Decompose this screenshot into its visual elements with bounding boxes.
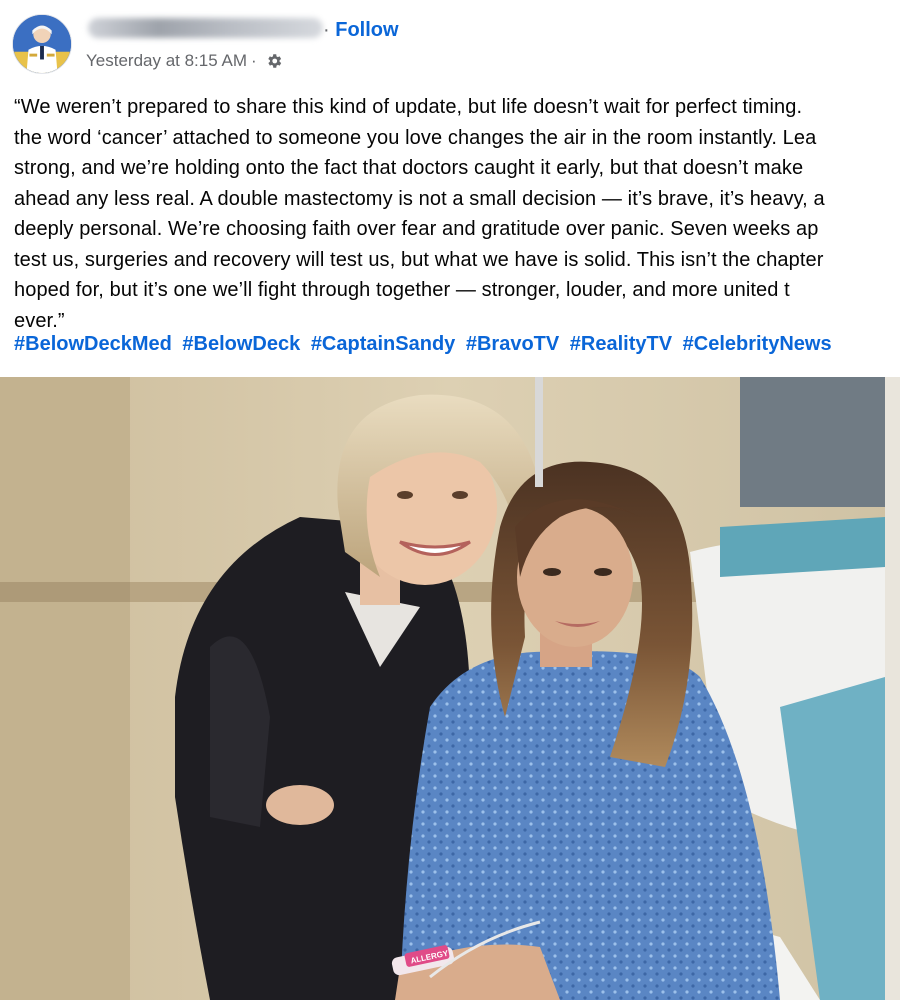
post-photo[interactable]: ALLERGY: [0, 377, 900, 1000]
post-text: “We weren’t prepared to share this kind …: [14, 92, 900, 336]
post-text-line: the word ‘cancer’ attached to someone yo…: [14, 126, 817, 149]
post-header: · Follow Yesterday at 8:15 AM ·: [0, 0, 900, 84]
follow-wrap: · Follow: [323, 19, 399, 42]
post-timestamp[interactable]: Yesterday at 8:15 AM: [86, 51, 247, 71]
author-name-redacted[interactable]: [88, 18, 323, 38]
post-text-line: ahead any less real. A double mastectomy…: [14, 187, 825, 210]
post-text-line: “We weren’t prepared to share this kind …: [14, 96, 803, 118]
post-text-line: hoped for, but it’s one we’ll fight thro…: [14, 279, 790, 301]
author-avatar[interactable]: [12, 14, 72, 74]
hashtag-link[interactable]: #BravoTV: [466, 333, 559, 355]
post-text-line: strong, and we’re holding onto the fact …: [14, 157, 804, 179]
hashtag-link[interactable]: #BelowDeck: [182, 333, 300, 355]
facebook-post: · Follow Yesterday at 8:15 AM · “We were…: [0, 0, 900, 1000]
gear-icon[interactable]: [265, 52, 283, 70]
follow-button[interactable]: Follow: [335, 19, 398, 41]
post-text-line: deeply personal. We’re choosing faith ov…: [14, 218, 819, 240]
meta-separator: ·: [250, 51, 257, 70]
post-meta: Yesterday at 8:15 AM ·: [86, 51, 283, 71]
hashtag-list: #BelowDeckMed #BelowDeck #CaptainSandy #…: [14, 333, 837, 356]
hashtag-link[interactable]: #BelowDeckMed: [14, 333, 172, 355]
hashtag-link[interactable]: #RealityTV: [570, 333, 672, 355]
post-text-line: ever.”: [14, 309, 65, 332]
hashtag-link[interactable]: #CelebrityNews: [683, 333, 832, 355]
hashtag-link[interactable]: #CaptainSandy: [311, 333, 455, 355]
post-text-line: test us, surgeries and recovery will tes…: [14, 248, 824, 271]
name-separator: ·: [323, 19, 330, 41]
